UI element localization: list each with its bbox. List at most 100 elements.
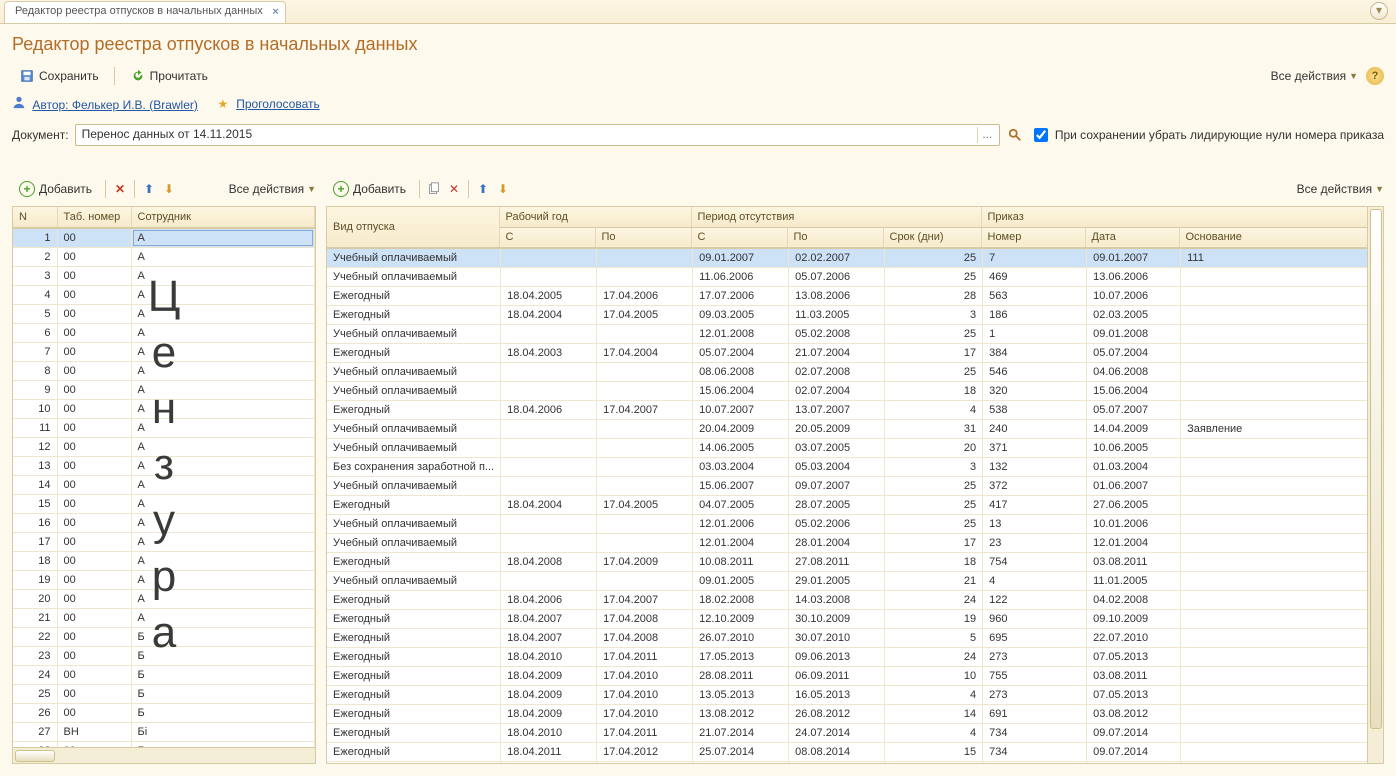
cell-wy-to[interactable]: 17.04.2004 bbox=[597, 762, 693, 764]
table-row[interactable]: Ежегодный18.04.200517.04.200617.07.20061… bbox=[327, 287, 1383, 306]
cell-basis[interactable] bbox=[1181, 724, 1383, 743]
cell-date[interactable]: 01.06.2007 bbox=[1087, 477, 1181, 496]
table-row[interactable]: 2100А bbox=[13, 609, 315, 628]
cell-n[interactable]: 3 bbox=[13, 267, 57, 286]
cell-abs-to[interactable]: 28.01.2004 bbox=[789, 534, 885, 553]
cell-n[interactable]: 5 bbox=[13, 305, 57, 324]
cell-num[interactable]: 122 bbox=[983, 591, 1087, 610]
cell-type[interactable]: Учебный оплачиваемый bbox=[327, 363, 501, 382]
cell-basis[interactable] bbox=[1181, 591, 1383, 610]
window-tab[interactable]: Редактор реестра отпусков в начальных да… bbox=[4, 1, 286, 23]
cell-abs-from[interactable]: 25.07.2014 bbox=[693, 743, 789, 762]
cell-abs-from[interactable]: 21.07.2014 bbox=[693, 724, 789, 743]
cell-date[interactable]: 01.03.2004 bbox=[1087, 458, 1181, 477]
table-row[interactable]: 1500А bbox=[13, 495, 315, 514]
cell-emp[interactable]: А bbox=[131, 248, 315, 267]
cell-basis[interactable] bbox=[1181, 268, 1383, 287]
cell-emp[interactable]: А bbox=[131, 419, 315, 438]
cell-type[interactable]: Ежегодный bbox=[327, 553, 501, 572]
cell-num[interactable]: 13 bbox=[983, 515, 1087, 534]
cell-tab[interactable]: 00 bbox=[57, 495, 131, 514]
cell-abs-from[interactable]: 11.06.2006 bbox=[693, 268, 789, 287]
cell-date[interactable]: 27.10.2003 bbox=[1087, 762, 1181, 764]
cell-abs-to[interactable]: 21.07.2004 bbox=[789, 344, 885, 363]
cell-abs-to[interactable]: 11.03.2005 bbox=[789, 306, 885, 325]
cell-n[interactable]: 8 bbox=[13, 362, 57, 381]
employees-grid[interactable]: N Таб. номер Сотрудник Цензура 100А200А3… bbox=[12, 206, 316, 764]
cell-type[interactable]: Ежегодный bbox=[327, 629, 501, 648]
cell-date[interactable]: 22.07.2010 bbox=[1087, 629, 1181, 648]
cell-date[interactable]: 05.07.2004 bbox=[1087, 344, 1181, 363]
cell-wy-from[interactable] bbox=[501, 572, 597, 591]
cell-abs-to[interactable]: 02.07.2008 bbox=[789, 363, 885, 382]
cell-emp[interactable]: А bbox=[131, 495, 315, 514]
cell-days[interactable]: 28 bbox=[885, 287, 983, 306]
table-row[interactable]: 700А bbox=[13, 343, 315, 362]
cell-num[interactable]: 563 bbox=[983, 287, 1087, 306]
cell-abs-from[interactable]: 10.07.2007 bbox=[693, 401, 789, 420]
cell-wy-from[interactable]: 18.04.2004 bbox=[501, 306, 597, 325]
cell-tab[interactable]: 00 bbox=[57, 571, 131, 590]
cell-wy-from[interactable]: 18.04.2008 bbox=[501, 553, 597, 572]
cell-abs-to[interactable]: 05.07.2006 bbox=[789, 268, 885, 287]
vacations-all-actions[interactable]: Все действия ▼ bbox=[1297, 182, 1384, 196]
table-row[interactable]: 900А bbox=[13, 381, 315, 400]
cell-wy-to[interactable] bbox=[597, 477, 693, 496]
cell-emp[interactable]: Бі bbox=[131, 723, 315, 742]
vote-link[interactable]: Проголосовать bbox=[236, 97, 320, 111]
cell-num[interactable]: 546 bbox=[983, 363, 1087, 382]
cell-tab[interactable]: 00 bbox=[57, 362, 131, 381]
cell-tab[interactable]: 00 bbox=[57, 704, 131, 723]
cell-num[interactable]: 960 bbox=[983, 610, 1087, 629]
table-row[interactable]: Ежегодный18.04.200917.04.201013.05.20131… bbox=[327, 686, 1383, 705]
cell-wy-from[interactable]: 18.04.2010 bbox=[501, 648, 597, 667]
cell-days[interactable]: 17 bbox=[885, 534, 983, 553]
document-input[interactable]: Перенос данных от 14.11.2015 ... bbox=[75, 124, 1000, 146]
cell-tab[interactable]: 00 bbox=[57, 476, 131, 495]
cell-wy-to[interactable] bbox=[597, 382, 693, 401]
cell-emp[interactable]: А bbox=[131, 362, 315, 381]
col-n[interactable]: N bbox=[13, 207, 57, 227]
cell-wy-from[interactable]: 18.04.2009 bbox=[501, 705, 597, 724]
cell-date[interactable]: 13.06.2006 bbox=[1087, 268, 1181, 287]
cell-num[interactable]: 273 bbox=[983, 686, 1087, 705]
cell-emp[interactable]: А bbox=[131, 533, 315, 552]
cell-date[interactable]: 09.01.2007 bbox=[1087, 249, 1181, 268]
cell-num[interactable]: 273 bbox=[983, 648, 1087, 667]
move-down-icon[interactable]: ⬇ bbox=[161, 181, 177, 197]
cell-tab[interactable]: 00 bbox=[57, 552, 131, 571]
table-row[interactable]: 1000А bbox=[13, 400, 315, 419]
cell-emp[interactable]: Б bbox=[131, 666, 315, 685]
cell-emp[interactable]: А bbox=[131, 552, 315, 571]
cell-n[interactable]: 21 bbox=[13, 609, 57, 628]
all-actions-main[interactable]: Все действия ▼ bbox=[1271, 69, 1358, 83]
cell-emp[interactable]: А bbox=[131, 324, 315, 343]
cell-basis[interactable] bbox=[1181, 401, 1383, 420]
cell-date[interactable]: 09.07.2014 bbox=[1087, 724, 1181, 743]
cell-tab[interactable]: 00 bbox=[57, 628, 131, 647]
cell-tab[interactable]: 00 bbox=[57, 647, 131, 666]
col-days[interactable]: Срок (дни) bbox=[883, 227, 981, 247]
cell-n[interactable]: 1 bbox=[13, 229, 57, 248]
table-row[interactable]: Учебный оплачиваемый15.06.200402.07.2004… bbox=[327, 382, 1383, 401]
cell-date[interactable]: 10.06.2005 bbox=[1087, 439, 1181, 458]
cell-num[interactable]: 240 bbox=[983, 420, 1087, 439]
cell-tab[interactable]: ВН bbox=[57, 723, 131, 742]
cell-abs-from[interactable]: 17.05.2013 bbox=[693, 648, 789, 667]
cell-type[interactable]: Ежегодный bbox=[327, 344, 501, 363]
cell-abs-from[interactable]: 05.07.2004 bbox=[693, 344, 789, 363]
cell-abs-from[interactable]: 18.02.2008 bbox=[693, 591, 789, 610]
cell-n[interactable]: 17 bbox=[13, 533, 57, 552]
cell-date[interactable]: 11.01.2005 bbox=[1087, 572, 1181, 591]
v-scrollbar[interactable] bbox=[1367, 207, 1383, 763]
vacations-grid[interactable]: Вид отпуска Рабочий год Период отсутстви… bbox=[326, 206, 1384, 764]
cell-tab[interactable]: 00 bbox=[57, 685, 131, 704]
table-row[interactable]: 1600А bbox=[13, 514, 315, 533]
cell-wy-to[interactable]: 17.04.2012 bbox=[597, 743, 693, 762]
cell-n[interactable]: 9 bbox=[13, 381, 57, 400]
cell-abs-to[interactable]: 29.01.2005 bbox=[789, 572, 885, 591]
col-emp[interactable]: Сотрудник bbox=[131, 207, 315, 227]
cell-wy-from[interactable] bbox=[501, 534, 597, 553]
cell-emp[interactable]: А bbox=[131, 381, 315, 400]
cell-num[interactable]: 384 bbox=[983, 344, 1087, 363]
